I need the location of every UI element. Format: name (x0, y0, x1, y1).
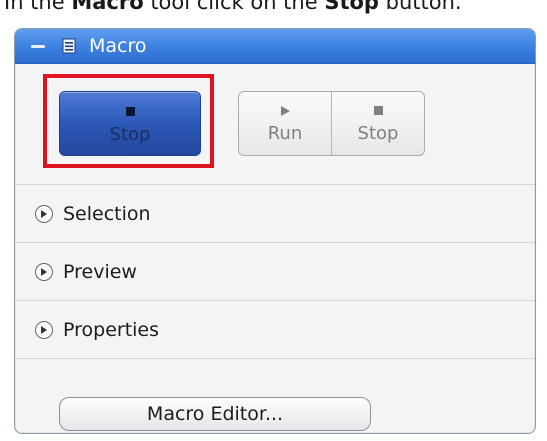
macro-icon (62, 38, 76, 54)
stop-button[interactable]: Stop (331, 92, 424, 155)
section-label-properties: Properties (63, 318, 160, 341)
expand-arrow-icon[interactable] (35, 204, 53, 223)
minus-icon[interactable] (31, 44, 45, 48)
stop-label: Stop (357, 123, 399, 144)
run-button[interactable]: Run (239, 92, 331, 155)
macro-editor-button[interactable]: Macro Editor... (59, 397, 371, 431)
instruction-text: In the Macro tool click on the Stop butt… (4, 0, 547, 17)
macro-tool-panel: Macro Stop Run Stop Selection Preview Pr… (14, 28, 536, 434)
stop-recording-label: Stop (109, 124, 151, 145)
instruction-prefix: In the (4, 0, 72, 14)
stop-recording-button[interactable]: Stop (59, 91, 201, 156)
stop-icon (125, 107, 135, 116)
run-stop-button-group: Run Stop (238, 91, 425, 156)
section-preview[interactable]: Preview (15, 242, 535, 300)
instruction-suffix: button. (378, 0, 462, 14)
divider (15, 358, 535, 359)
section-label-selection: Selection (63, 202, 151, 225)
section-label-preview: Preview (63, 260, 137, 283)
expand-arrow-icon[interactable] (35, 320, 53, 339)
section-selection[interactable]: Selection (15, 184, 535, 242)
instruction-button-name: Stop (324, 0, 379, 14)
expand-arrow-icon[interactable] (35, 262, 53, 281)
instruction-tool-name: Macro (71, 0, 144, 14)
panel-title: Macro (89, 35, 147, 57)
run-label: Run (267, 123, 303, 144)
stop-icon (373, 106, 383, 115)
panel-titlebar[interactable]: Macro (15, 29, 535, 64)
instruction-middle: tool click on the (143, 0, 325, 14)
play-icon (280, 106, 290, 116)
section-properties[interactable]: Properties (15, 300, 535, 358)
